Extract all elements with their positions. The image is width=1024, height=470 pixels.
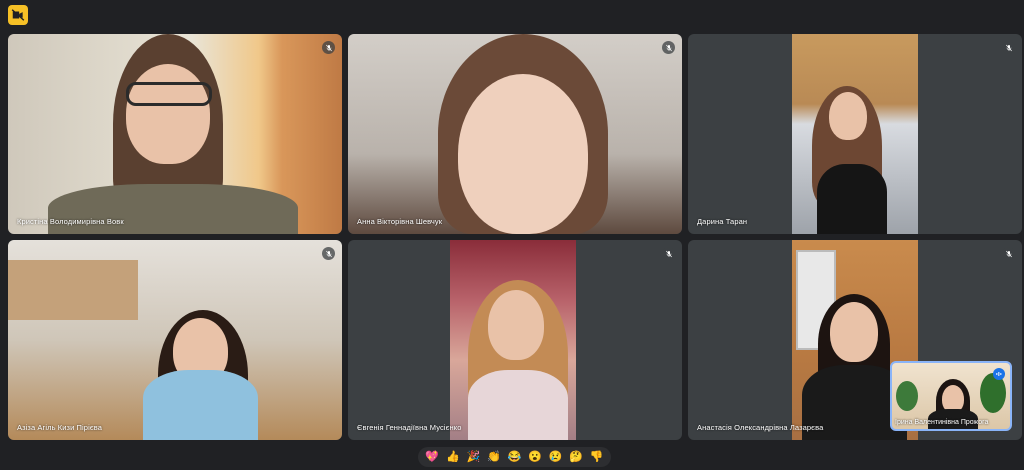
reaction-clap[interactable]: 👏: [487, 447, 501, 467]
mic-off-icon: [1002, 247, 1015, 260]
participant-name: Кристіна Володимирівна Вовк: [17, 217, 124, 226]
participant-video: [8, 34, 342, 234]
participant-video: [348, 34, 682, 234]
participant-tile[interactable]: Кристіна Володимирівна Вовк: [8, 34, 342, 234]
participant-video: [792, 34, 918, 234]
reaction-thumbs-up[interactable]: 👍: [446, 447, 460, 467]
participant-name: Анна Вікторівна Шевчук: [357, 217, 443, 226]
self-view-name: Ірина Валентинівна Прожога: [895, 419, 989, 426]
reaction-party[interactable]: 🎉: [467, 447, 481, 467]
participant-name: Євгенія Геннадіївна Мусієнко: [357, 423, 462, 432]
self-view-tile[interactable]: Ірина Валентинівна Прожога: [890, 361, 1012, 431]
speaking-icon: [993, 368, 1005, 380]
participant-tile[interactable]: Євгенія Геннадіївна Мусієнко: [348, 240, 682, 440]
mic-off-icon: [1002, 41, 1015, 54]
mic-off-icon: [662, 247, 675, 260]
participant-name: Дарина Таран: [697, 217, 748, 226]
plant-decoration: [896, 381, 918, 411]
participant-video: [450, 240, 576, 440]
reactions-bar: 💖 👍 🎉 👏 😂 😮 😢 🤔 👎: [418, 447, 611, 467]
participant-tile[interactable]: Анна Вікторівна Шевчук: [348, 34, 682, 234]
participant-tile[interactable]: Азіза Агіль Кизи Пірієва: [8, 240, 342, 440]
mic-off-icon: [322, 247, 335, 260]
video-camera-off-icon[interactable]: [8, 5, 28, 25]
participant-video: [8, 240, 342, 440]
glasses-icon: [126, 82, 212, 106]
participant-name: Азіза Агіль Кизи Пірієва: [17, 423, 103, 432]
top-bar: [0, 0, 1024, 30]
participant-tile[interactable]: Дарина Таран: [688, 34, 1022, 234]
participant-grid: Кристіна Володимирівна Вовк Анна Вікторі…: [8, 34, 1024, 442]
reaction-sad[interactable]: 😢: [549, 447, 563, 467]
participant-name: Анастасія Олександрівна Лазарєва: [697, 423, 824, 432]
reaction-thinking[interactable]: 🤔: [569, 447, 583, 467]
reaction-heart[interactable]: 💖: [425, 447, 439, 467]
mic-off-icon: [662, 41, 675, 54]
reaction-surprised[interactable]: 😮: [528, 447, 542, 467]
mic-off-icon: [322, 41, 335, 54]
reaction-thumbs-down[interactable]: 👎: [590, 447, 604, 467]
reaction-laugh[interactable]: 😂: [508, 447, 522, 467]
